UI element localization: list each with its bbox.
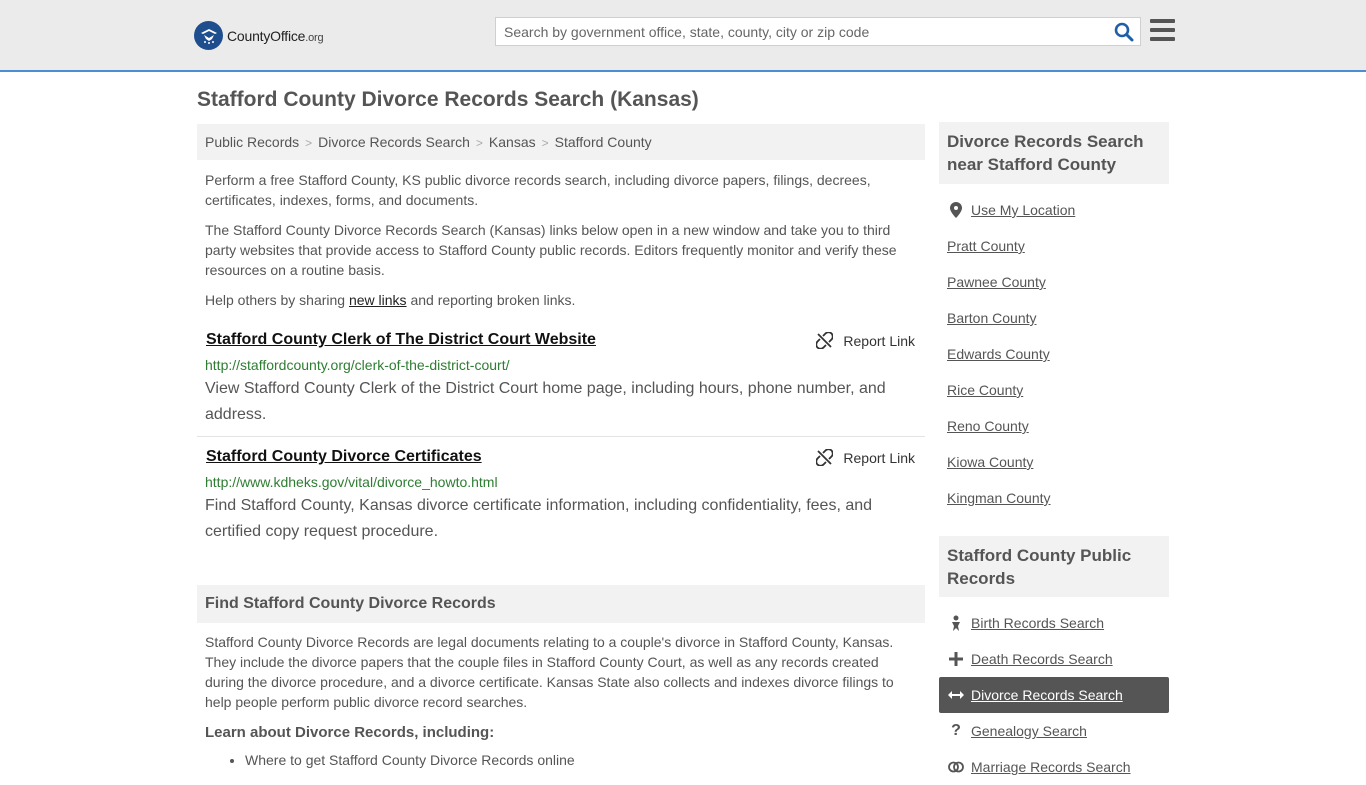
nearby-county-link[interactable]: Kingman County — [947, 490, 1051, 506]
result-url[interactable]: http://www.kdheks.gov/vital/divorce_howt… — [205, 474, 498, 490]
public-records-heading: Stafford County Public Records — [939, 536, 1169, 597]
list-item: Where to get Stafford County Divorce Rec… — [245, 752, 575, 768]
search-icon[interactable] — [1114, 22, 1134, 42]
logo-text: CountyOffice.org — [227, 27, 324, 44]
nearby-county-link[interactable]: Rice County — [947, 382, 1023, 398]
rings-icon — [947, 761, 965, 773]
site-logo[interactable]: CountyOffice.org — [194, 21, 324, 50]
logo-badge-icon — [194, 21, 223, 50]
learn-heading: Learn about Divorce Records, including: — [205, 724, 495, 741]
result-item: Stafford County Clerk of The District Co… — [197, 331, 925, 431]
nearby-county-link[interactable]: Pawnee County — [947, 274, 1046, 290]
divider — [197, 436, 925, 437]
result-description: Find Stafford County, Kansas divorce cer… — [205, 497, 873, 540]
death-records-search-link[interactable]: Death Records Search — [939, 641, 1169, 677]
hamburger-menu-icon[interactable] — [1150, 19, 1175, 42]
death-records-search-label: Death Records Search — [971, 651, 1113, 667]
report-link-button[interactable]: Report Link — [816, 332, 915, 349]
site-header: CountyOffice.org — [0, 0, 1366, 72]
breadcrumb-public-records[interactable]: Public Records — [205, 134, 299, 150]
new-links-link[interactable]: new links — [349, 292, 407, 308]
search-input[interactable] — [496, 18, 1106, 45]
nearby-county-link[interactable]: Reno County — [947, 418, 1029, 434]
nearby-county-link[interactable]: Barton County — [947, 310, 1037, 326]
use-my-location-link[interactable]: Use My Location — [939, 192, 1169, 228]
result-item: Stafford County Divorce Certificates Rep… — [197, 448, 925, 548]
intro-paragraph-1: Perform a free Stafford County, KS publi… — [205, 172, 871, 208]
genealogy-search-label: Genealogy Search — [971, 723, 1087, 739]
broken-link-icon — [816, 332, 834, 349]
learn-list: Where to get Stafford County Divorce Rec… — [245, 752, 575, 768]
broken-link-icon — [816, 449, 834, 466]
result-title-link[interactable]: Stafford County Clerk of The District Co… — [206, 331, 596, 349]
marriage-records-search-label: Marriage Records Search — [971, 759, 1131, 775]
search-box — [495, 17, 1141, 46]
result-title-link[interactable]: Stafford County Divorce Certificates — [206, 448, 482, 466]
use-my-location-label: Use My Location — [971, 202, 1076, 218]
marriage-records-search-link[interactable]: Marriage Records Search — [939, 749, 1169, 785]
nearby-county-link[interactable]: Edwards County — [947, 346, 1050, 362]
birth-records-search-link[interactable]: Birth Records Search — [939, 605, 1169, 641]
divorce-records-search-label: Divorce Records Search — [971, 687, 1123, 703]
nearby-county-link[interactable]: Pratt County — [947, 238, 1025, 254]
nearby-heading: Divorce Records Search near Stafford Cou… — [939, 122, 1169, 184]
baby-icon — [947, 615, 965, 631]
cross-icon — [947, 652, 965, 666]
report-link-label: Report Link — [843, 332, 915, 349]
report-link-button[interactable]: Report Link — [816, 449, 915, 466]
page-title: Stafford County Divorce Records Search (… — [197, 88, 699, 111]
result-url[interactable]: http://staffordcounty.org/clerk-of-the-d… — [205, 357, 510, 373]
breadcrumb-separator: > — [475, 136, 483, 150]
intro-paragraph-3: Help others by sharing new links and rep… — [205, 292, 576, 308]
breadcrumb-separator: > — [305, 136, 313, 150]
find-section-text: Stafford County Divorce Records are lega… — [205, 634, 894, 710]
report-link-label: Report Link — [843, 449, 915, 466]
intro-paragraph-2: The Stafford County Divorce Records Sear… — [205, 222, 897, 278]
breadcrumb-divorce-records-search[interactable]: Divorce Records Search — [318, 134, 470, 150]
find-section-heading: Find Stafford County Divorce Records — [197, 585, 925, 623]
breadcrumb-separator: > — [541, 136, 549, 150]
breadcrumb-kansas[interactable]: Kansas — [489, 134, 536, 150]
genealogy-search-link[interactable]: ? Genealogy Search — [939, 713, 1169, 749]
map-pin-icon — [947, 202, 965, 218]
result-description: View Stafford County Clerk of the Distri… — [205, 380, 886, 423]
arrows-icon — [947, 690, 965, 700]
question-icon: ? — [951, 722, 961, 739]
breadcrumb-stafford-county[interactable]: Stafford County — [555, 134, 652, 150]
birth-records-search-label: Birth Records Search — [971, 615, 1105, 631]
nearby-county-link[interactable]: Kiowa County — [947, 454, 1033, 470]
divorce-records-search-link[interactable]: Divorce Records Search — [939, 677, 1169, 713]
breadcrumb: Public Records > Divorce Records Search > Ka… — [197, 124, 925, 160]
